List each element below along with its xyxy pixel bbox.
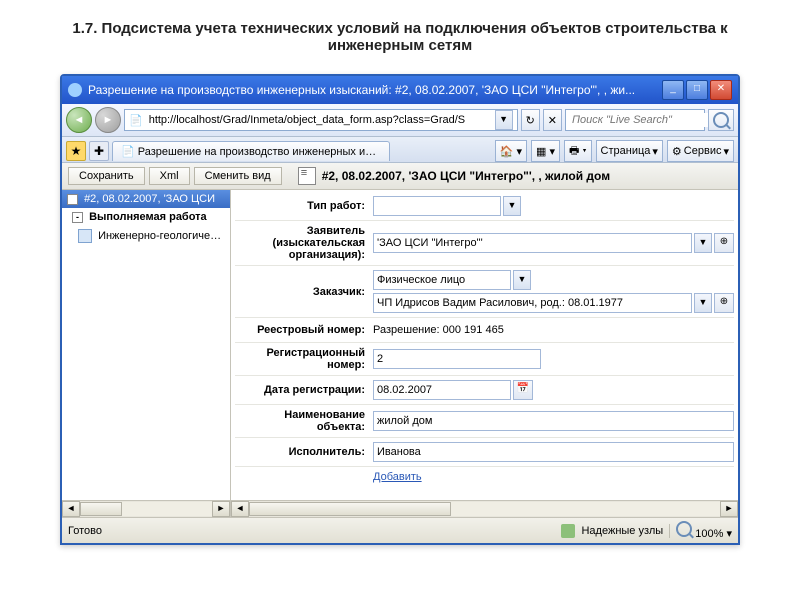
print-button[interactable]: 🖶 ▾ (564, 140, 592, 162)
ie-icon (68, 83, 82, 97)
maximize-button[interactable]: □ (686, 80, 708, 100)
registration-number-input[interactable] (373, 349, 541, 369)
applicant-lookup-button[interactable]: ⊕ (714, 233, 734, 253)
customer-type-input[interactable] (373, 270, 511, 290)
work-type-dropdown[interactable]: ▼ (503, 196, 521, 216)
close-button[interactable]: ✕ (710, 80, 732, 100)
scroll-left-button[interactable]: ◄ (231, 501, 249, 517)
document-icon (298, 167, 316, 185)
status-bar: Готово Надежные узлы 100% ▾ (62, 517, 738, 543)
scroll-thumb[interactable] (80, 502, 122, 516)
object-name-label: Наименование объекта: (235, 409, 373, 433)
tab-active[interactable]: 📄 Разрешение на производство инженерных … (112, 141, 390, 161)
tools-menu[interactable]: ⚙ Сервис ▾ (667, 140, 734, 162)
tree-header[interactable]: - #2, 08.02.2007, 'ЗАО ЦСИ (62, 190, 230, 208)
collapse-icon[interactable]: - (67, 194, 78, 205)
customer-label: Заказчик: (235, 286, 373, 298)
xml-button[interactable]: Xml (149, 167, 190, 185)
page-icon: 📄 (129, 114, 143, 127)
tree-item-work[interactable]: - Выполняемая работа (62, 208, 230, 226)
forward-button[interactable]: ► (95, 107, 121, 133)
applicant-input[interactable] (373, 233, 692, 253)
add-link[interactable]: Добавить (373, 471, 422, 483)
url-dropdown[interactable]: ▼ (495, 110, 513, 130)
scroll-right-button[interactable]: ► (212, 501, 230, 517)
search-box[interactable] (565, 109, 705, 131)
change-view-button[interactable]: Сменить вид (194, 167, 282, 185)
customer-person-input[interactable] (373, 293, 692, 313)
scroll-thumb[interactable] (249, 502, 451, 516)
customer-lookup-button[interactable]: ⊕ (714, 293, 734, 313)
tab-strip: ★ ✚ 📄 Разрешение на производство инженер… (62, 137, 738, 163)
customer-person-dropdown[interactable]: ▼ (694, 293, 712, 313)
executor-label: Исполнитель: (235, 446, 373, 458)
page-menu[interactable]: Страница ▾ (596, 140, 663, 162)
save-button[interactable]: Сохранить (68, 167, 145, 185)
form-hscroll[interactable]: ◄ ► (231, 500, 738, 517)
window-title: Разрешение на производство инженерных из… (88, 83, 662, 97)
browser-window: Разрешение на производство инженерных из… (60, 74, 740, 545)
tab-icon: 📄 (121, 146, 135, 158)
home-button[interactable]: 🏠 ▾ (495, 140, 527, 162)
stop-button[interactable]: ✕ (543, 109, 562, 131)
collapse-icon[interactable]: - (72, 212, 83, 223)
security-icon (561, 524, 575, 538)
work-type-input[interactable] (373, 196, 501, 216)
reg-date-label: Дата регистрации: (235, 384, 373, 396)
page-heading: 1.7. Подсистема учета технических услови… (0, 0, 800, 64)
date-picker-button[interactable]: 📅 (513, 380, 533, 400)
tab-label: Разрешение на производство инженерных из… (138, 146, 390, 158)
object-name-input[interactable] (373, 411, 734, 431)
tree-hscroll[interactable]: ◄ ► (62, 500, 231, 517)
minimize-button[interactable]: _ (662, 80, 684, 100)
search-input[interactable] (570, 113, 717, 127)
nav-toolbar: ◄ ► 📄 ▼ ↻ ✕ (62, 104, 738, 137)
address-bar[interactable]: 📄 ▼ (124, 109, 518, 131)
registration-number-label: Регистрационный номер: (235, 347, 373, 371)
tree-pane: - #2, 08.02.2007, 'ЗАО ЦСИ - Выполняемая… (62, 190, 231, 500)
favorites-button[interactable]: ★ (66, 141, 86, 161)
feeds-button[interactable]: ▦ ▾ (531, 140, 560, 162)
applicant-dropdown[interactable]: ▼ (694, 233, 712, 253)
search-icon (713, 112, 729, 128)
title-bar: Разрешение на производство инженерных из… (62, 76, 738, 104)
status-ready: Готово (68, 525, 102, 537)
form-pane: Тип работ: ▼ Заявитель (изыскательская о… (231, 190, 738, 500)
scroll-right-button[interactable]: ► (720, 501, 738, 517)
url-input[interactable] (147, 113, 491, 127)
search-button[interactable] (708, 109, 734, 131)
back-button[interactable]: ◄ (66, 107, 92, 133)
reg-date-input[interactable] (373, 380, 511, 400)
executor-input[interactable] (373, 442, 734, 462)
registry-number-value: Разрешение: 000 191 465 (373, 322, 504, 338)
zoom-value[interactable]: 100% ▾ (676, 521, 732, 540)
customer-type-dropdown[interactable]: ▼ (513, 270, 531, 290)
registry-number-label: Реестровый номер: (235, 324, 373, 336)
document-title: #2, 08.02.2007, 'ЗАО ЦСИ "Интегро"', , ж… (298, 167, 610, 185)
tree-item-geo[interactable]: Инженерно-геологические (62, 226, 230, 246)
doc-icon (78, 229, 92, 243)
scroll-left-button[interactable]: ◄ (62, 501, 80, 517)
app-toolbar: Сохранить Xml Сменить вид #2, 08.02.2007… (62, 163, 738, 190)
applicant-label: Заявитель (изыскательская организация): (235, 225, 373, 261)
zoom-icon (676, 521, 692, 537)
add-favorite-button[interactable]: ✚ (89, 141, 109, 161)
status-zone: Надежные узлы (581, 525, 663, 537)
refresh-button[interactable]: ↻ (521, 109, 540, 131)
work-type-label: Тип работ: (235, 200, 373, 212)
